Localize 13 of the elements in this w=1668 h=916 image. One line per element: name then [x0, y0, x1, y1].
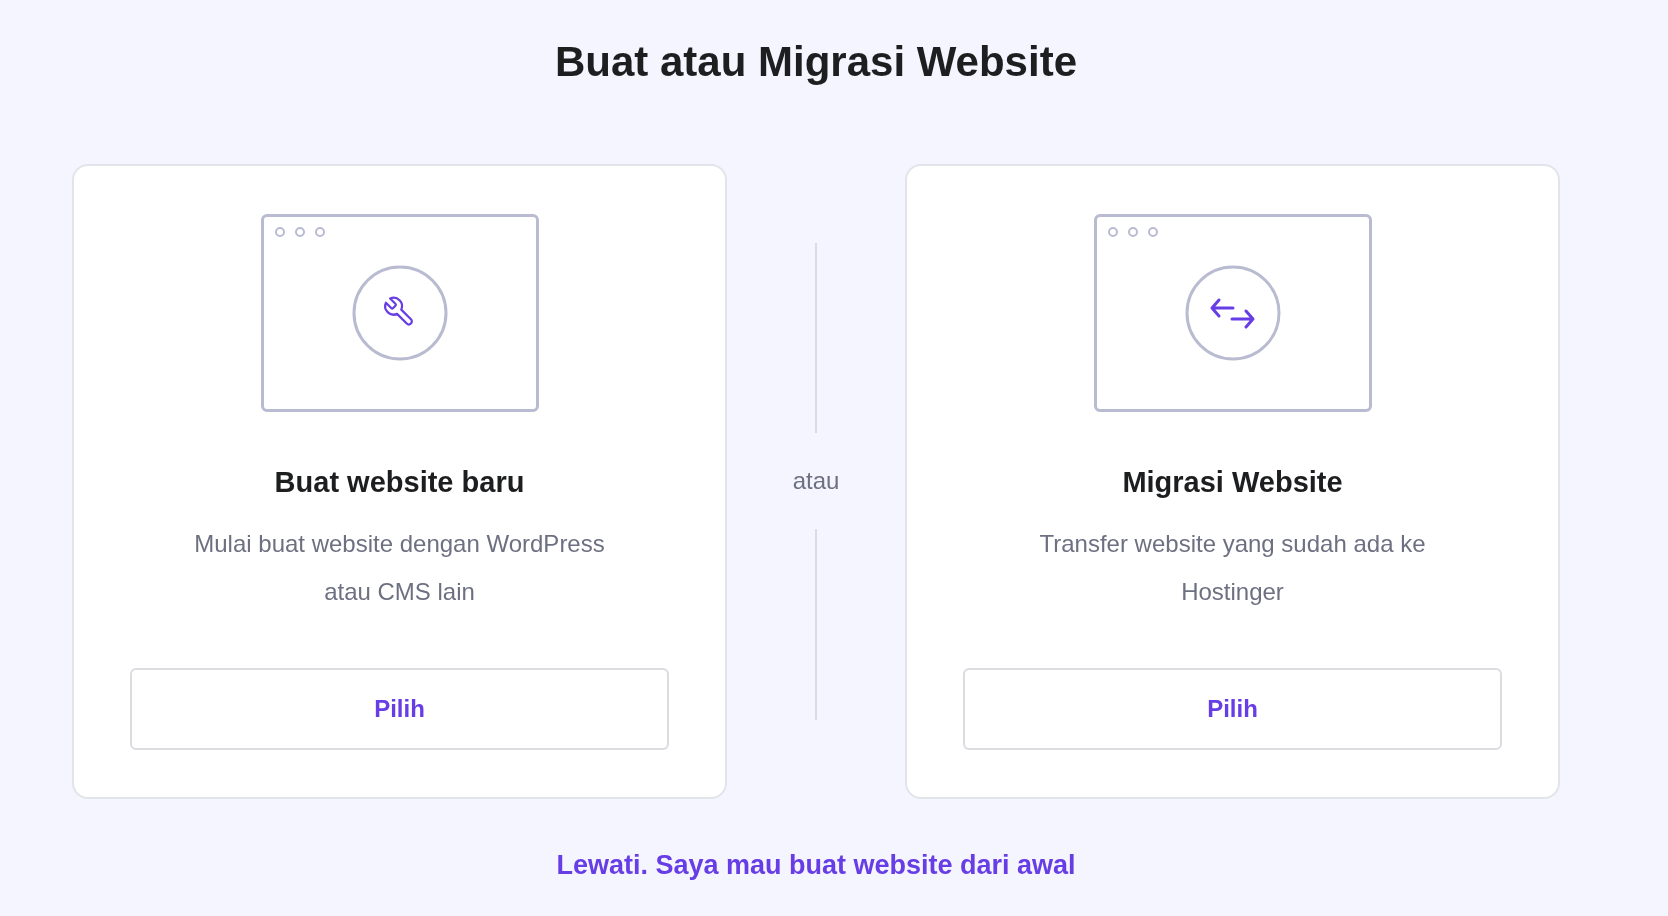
- select-button[interactable]: Pilih: [963, 668, 1502, 750]
- window-dots-icon: [274, 227, 325, 237]
- skip-link[interactable]: Lewati. Saya mau buat website dari awal: [556, 847, 1076, 883]
- separator-text: atau: [792, 466, 840, 496]
- window-dots-icon: [1107, 227, 1158, 237]
- card-title: Migrasi Website: [1122, 465, 1343, 500]
- card-description: Mulai buat website dengan WordPress atau CMS lain: [193, 529, 606, 607]
- wrench-icon: [351, 265, 448, 361]
- card-title: Buat website baru: [274, 465, 525, 500]
- card-description: Transfer website yang sudah ada ke Hostinger: [1038, 529, 1427, 607]
- select-button[interactable]: Pilih: [130, 668, 669, 750]
- page-title: Buat atau Migrasi Website: [555, 38, 1077, 86]
- swap-arrows-icon: [1184, 265, 1281, 361]
